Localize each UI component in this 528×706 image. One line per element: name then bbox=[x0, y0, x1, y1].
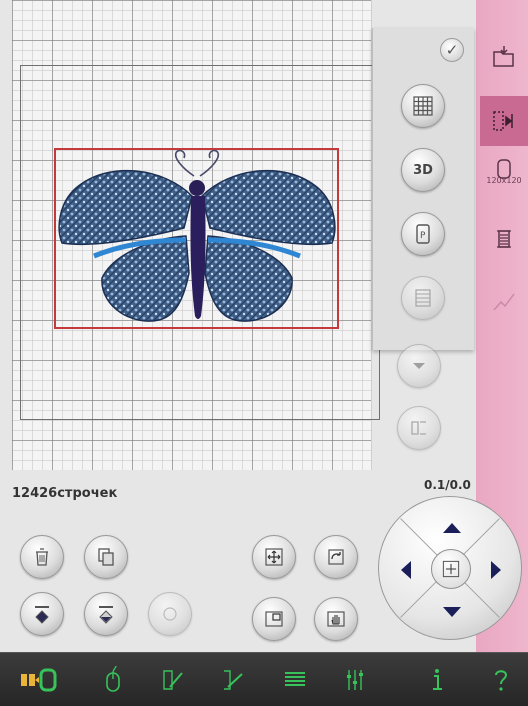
mirror-button[interactable] bbox=[397, 406, 441, 450]
info-icon bbox=[433, 669, 442, 690]
rotate-button[interactable] bbox=[314, 535, 358, 579]
settings-sliders-icon bbox=[347, 670, 363, 690]
butterfly-design[interactable] bbox=[54, 148, 339, 329]
layer-forward-icon bbox=[35, 606, 49, 624]
view-options-popup: ✓ 3D P bbox=[372, 28, 474, 350]
mouse-icon bbox=[106, 665, 120, 692]
arrow-down-button[interactable] bbox=[443, 607, 461, 617]
arrow-up-button[interactable] bbox=[443, 523, 461, 533]
bottom-nav-bar bbox=[0, 652, 528, 706]
rotate-icon bbox=[328, 549, 344, 565]
edit-mode-button[interactable] bbox=[480, 96, 528, 146]
delete-button[interactable] bbox=[20, 535, 64, 579]
stitch-menu-button[interactable] bbox=[270, 653, 320, 706]
open-folder-icon bbox=[493, 46, 514, 67]
move-arrows-icon bbox=[265, 548, 283, 566]
3d-label: 3D bbox=[413, 162, 433, 178]
stitch-icon bbox=[493, 293, 515, 311]
trash-icon bbox=[36, 548, 48, 566]
hoop-size-label: 120x120 bbox=[486, 176, 522, 185]
thread-color-button[interactable] bbox=[480, 214, 528, 264]
layer-backward-icon bbox=[99, 606, 113, 624]
hatch-icon bbox=[415, 289, 431, 307]
3d-view-button[interactable]: 3D bbox=[401, 148, 445, 192]
move-backward-button[interactable] bbox=[84, 592, 128, 636]
hand-icon bbox=[327, 611, 345, 627]
grid-icon bbox=[413, 96, 433, 116]
embroidery-edit-screen: 120x120 ✓ 3D P 12426строчек 0.1/0.0 bbox=[0, 0, 528, 706]
thread-spool-icon bbox=[497, 230, 511, 248]
help-button[interactable] bbox=[476, 653, 526, 706]
stitch-count: 12426строчек bbox=[12, 486, 118, 501]
chevron-down-icon bbox=[413, 363, 425, 369]
resize-icon bbox=[265, 611, 283, 627]
edit-stitch-icon bbox=[163, 670, 183, 690]
embroidery-mode-icon bbox=[21, 668, 57, 692]
stitch-out-nav-button[interactable] bbox=[208, 653, 258, 706]
list-icon bbox=[285, 672, 305, 686]
scroll-down-button[interactable] bbox=[397, 344, 441, 388]
svg-text:P: P bbox=[420, 231, 426, 241]
page-view-button[interactable]: P bbox=[401, 212, 445, 256]
duplicate-button[interactable] bbox=[84, 535, 128, 579]
load-design-button[interactable] bbox=[480, 32, 528, 82]
mirror-icon bbox=[411, 421, 426, 435]
stitch-out-button[interactable] bbox=[480, 276, 528, 326]
center-icon bbox=[442, 560, 460, 578]
embroidery-mode-button[interactable] bbox=[8, 653, 70, 706]
grid-toggle-button[interactable] bbox=[401, 84, 445, 128]
hoop-edit-icon bbox=[493, 111, 513, 131]
position-dpad bbox=[378, 496, 522, 640]
page-p-icon: P bbox=[416, 224, 430, 244]
resize-button[interactable] bbox=[252, 597, 296, 641]
copy-icon bbox=[98, 548, 114, 566]
edit-design-button[interactable] bbox=[148, 653, 198, 706]
move-forward-button[interactable] bbox=[20, 592, 64, 636]
stitch-line-icon bbox=[224, 670, 243, 690]
group-icon bbox=[163, 607, 177, 621]
arrow-right-button[interactable] bbox=[491, 561, 501, 579]
settings-button[interactable] bbox=[330, 653, 380, 706]
fill-pattern-button[interactable] bbox=[401, 276, 445, 320]
question-mark-icon bbox=[495, 670, 508, 691]
center-design-button[interactable] bbox=[431, 549, 471, 589]
info-button[interactable] bbox=[412, 653, 462, 706]
mouse-button[interactable] bbox=[88, 653, 138, 706]
move-mode-button[interactable] bbox=[252, 535, 296, 579]
popup-confirm-button[interactable]: ✓ bbox=[440, 38, 464, 62]
embroidery-canvas[interactable] bbox=[12, 0, 380, 470]
pan-button[interactable] bbox=[314, 597, 358, 641]
group-button[interactable] bbox=[148, 592, 192, 636]
position-readout: 0.1/0.0 bbox=[424, 478, 471, 492]
arrow-left-button[interactable] bbox=[401, 561, 411, 579]
check-icon: ✓ bbox=[445, 41, 459, 59]
